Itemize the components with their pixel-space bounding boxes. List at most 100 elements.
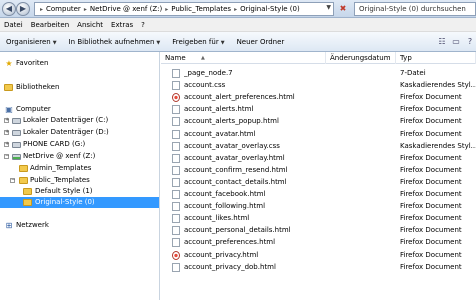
file-type: Firefox Document	[400, 202, 462, 211]
file-icon	[172, 81, 180, 91]
tree-label: Lokaler Datenträger (D:)	[23, 128, 109, 136]
close-icon[interactable]: ✖	[336, 3, 350, 15]
file-name: account_confirm_resend.html	[184, 165, 288, 174]
file-name: account_contact_details.html	[184, 177, 287, 186]
file-icon	[172, 117, 180, 127]
network-icon: ⊞	[5, 221, 13, 230]
breadcrumb-computer[interactable]: Computer	[44, 5, 83, 13]
forward-arrow-icon[interactable]: ▶	[16, 2, 30, 16]
file-row[interactable]: account_confirm_resend.html Firefox Docum…	[161, 165, 476, 176]
file-row[interactable]: _page_node.7 7-Datei	[161, 68, 476, 79]
drive-icon	[12, 130, 21, 136]
address-bar[interactable]: ▸ Computer ▸ NetDrive @ xenf (Z:) ▸ Publ…	[34, 2, 334, 16]
collapse-icon[interactable]: −	[10, 178, 15, 183]
chevron-down-icon[interactable]: ▼	[326, 4, 331, 11]
view-controls: ☷ ▭ ?	[434, 36, 476, 48]
column-header-type[interactable]: Typ	[396, 52, 476, 64]
menu-view[interactable]: Ansicht	[73, 21, 107, 29]
file-icon	[172, 177, 180, 187]
file-name: account_alerts.html	[184, 105, 254, 114]
file-row[interactable]: account_privacy_dob.html Firefox Document	[161, 262, 476, 273]
file-row[interactable]: account_following.html Firefox Document	[161, 201, 476, 212]
file-row[interactable]: account_avatar.html Firefox Document	[161, 129, 476, 140]
file-row[interactable]: account_contact_details.html Firefox Docu…	[161, 177, 476, 188]
file-icon	[172, 226, 180, 236]
breadcrumb-original-style[interactable]: Original-Style (0)	[238, 5, 302, 13]
file-row[interactable]: account_alert_preferences.html Firefox Do…	[161, 92, 476, 103]
file-icon	[172, 105, 180, 115]
add-to-library-button[interactable]: In Bibliothek aufnehmen ▼	[63, 38, 167, 46]
tree-label: Original-Style (0)	[35, 198, 95, 206]
file-type: Firefox Document	[400, 190, 462, 198]
share-button[interactable]: Freigeben für ▼	[166, 38, 230, 46]
file-row[interactable]: account_avatar_overlay.css Kaskadierendes…	[161, 141, 476, 152]
tree-label: NetDrive @ xenf (Z:)	[23, 152, 96, 160]
expand-icon[interactable]: +	[4, 142, 9, 147]
tree-label: Computer	[16, 105, 51, 113]
menu-file[interactable]: Datei	[0, 21, 27, 29]
folder-icon	[23, 199, 32, 206]
network-drive-icon	[12, 154, 21, 160]
file-type: Kaskadierendes Styl...	[400, 81, 476, 90]
breadcrumb-public-templates[interactable]: Public_Templates	[169, 5, 233, 13]
file-name: account_privacy_dob.html	[184, 262, 276, 271]
share-label: Freigeben für	[172, 37, 219, 46]
file-row[interactable]: account_alerts_popup.html Firefox Documen…	[161, 116, 476, 127]
preview-pane-icon[interactable]: ▭	[450, 36, 462, 48]
tree-item-drive-z[interactable]: − NetDrive @ xenf (Z:)	[0, 151, 159, 162]
menu-help[interactable]: ?	[137, 21, 149, 29]
tree-item-drive-d[interactable]: + Lokaler Datenträger (D:)	[0, 127, 159, 138]
file-row[interactable]: account_likes.html Firefox Document	[161, 213, 476, 224]
file-type: Firefox Document	[400, 117, 462, 126]
breadcrumb-netdrive[interactable]: NetDrive @ xenf (Z:)	[88, 5, 164, 13]
column-header-name[interactable]: Name ▲	[161, 52, 326, 64]
sort-arrow-icon: ▲	[201, 55, 205, 61]
menu-bar: Datei Bearbeiten Ansicht Extras ?	[0, 18, 476, 32]
tree-item-libraries[interactable]: Bibliotheken	[0, 82, 159, 93]
organize-button[interactable]: Organisieren ▼	[0, 38, 63, 46]
expand-icon[interactable]: +	[4, 130, 9, 135]
file-type: Firefox Document	[400, 238, 462, 247]
file-row[interactable]: account_personal_details.html Firefox Doc…	[161, 225, 476, 236]
file-row[interactable]: account.css Kaskadierendes Styl...	[161, 80, 476, 91]
search-input[interactable]: Original-Style (0) durchsuchen	[354, 2, 476, 16]
tree-item-drive-g[interactable]: + PHONE CARD (G:)	[0, 139, 159, 150]
file-name: account_personal_details.html	[184, 226, 291, 235]
back-arrow-icon[interactable]: ◀	[2, 2, 16, 16]
tree-item-drive-c[interactable]: + Lokaler Datenträger (C:)	[0, 115, 159, 126]
file-row[interactable]: account_preferences.html Firefox Document	[161, 237, 476, 248]
expand-icon[interactable]: +	[4, 118, 9, 123]
tree-item-original-style[interactable]: Original-Style (0)	[0, 197, 159, 208]
column-header-date[interactable]: Änderungsdatum	[326, 52, 396, 64]
tree-item-network[interactable]: ⊞ Netzwerk	[0, 220, 159, 231]
tree-label: Admin_Templates	[30, 164, 92, 172]
folder-icon	[19, 165, 28, 172]
column-header-row: Name ▲ Änderungsdatum Typ	[161, 52, 476, 64]
tree-label: Bibliotheken	[16, 83, 60, 91]
tree-item-default-style[interactable]: Default Style (1)	[0, 186, 159, 197]
menu-tools[interactable]: Extras	[107, 21, 137, 29]
menu-edit[interactable]: Bearbeiten	[27, 21, 73, 29]
file-row[interactable]: account_privacy.html Firefox Document	[161, 250, 476, 261]
tree-item-public-templates[interactable]: − Public_Templates	[0, 175, 159, 186]
collapse-icon[interactable]: −	[4, 154, 9, 159]
file-icon	[172, 129, 180, 139]
file-icon	[172, 262, 180, 272]
new-folder-button[interactable]: Neuer Ordner	[231, 38, 291, 46]
command-toolbar: Organisieren ▼ In Bibliothek aufnehmen ▼ F…	[0, 32, 476, 52]
tree-item-admin-templates[interactable]: Admin_Templates	[0, 163, 159, 174]
file-icon	[172, 238, 180, 248]
file-type: Firefox Document	[400, 250, 462, 259]
help-icon[interactable]: ?	[464, 36, 476, 48]
tree-label: Lokaler Datenträger (C:)	[23, 116, 109, 124]
add-to-library-label: In Bibliothek aufnehmen	[68, 37, 155, 46]
shield-icon	[172, 93, 180, 103]
tree-item-favorites[interactable]: ★ Favoriten	[0, 58, 159, 69]
file-row[interactable]: account_avatar_overlay.html Firefox Docum…	[161, 153, 476, 164]
file-row[interactable]: account_facebook.html Firefox Document	[161, 189, 476, 200]
file-row[interactable]: account_alerts.html Firefox Document	[161, 104, 476, 115]
file-name: account.css	[184, 81, 226, 90]
tree-label: Netzwerk	[16, 221, 49, 229]
view-options-icon[interactable]: ☷	[436, 36, 448, 48]
tree-item-computer[interactable]: ▣ Computer	[0, 104, 159, 115]
